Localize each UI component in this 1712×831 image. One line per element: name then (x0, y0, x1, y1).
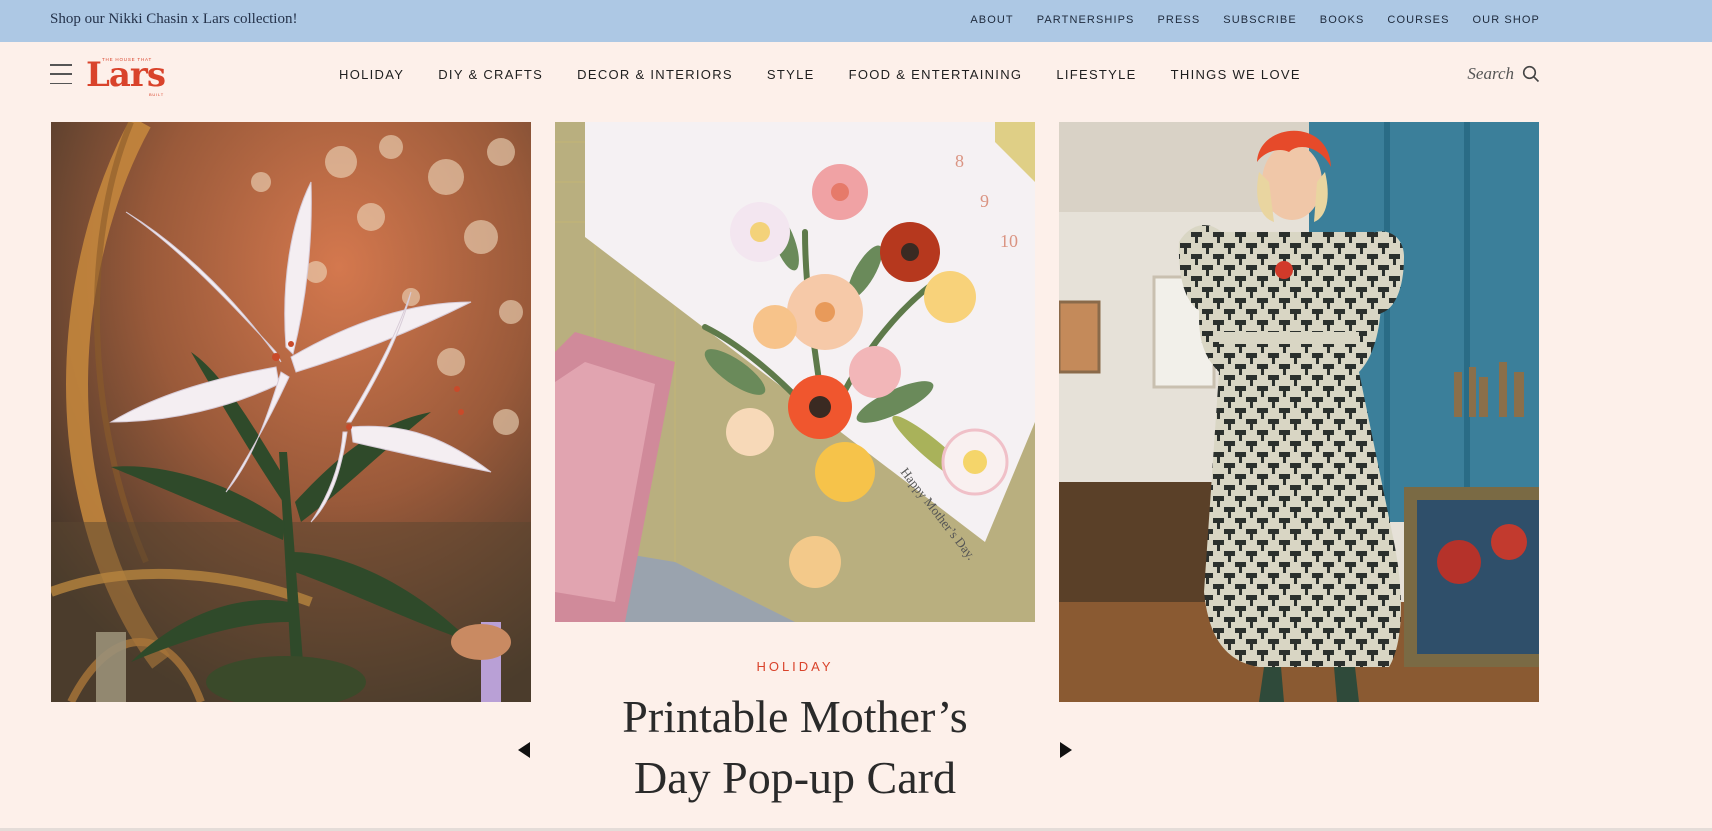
utility-link-our-shop[interactable]: OUR SHOP (1473, 14, 1540, 26)
nav-item-holiday[interactable]: HOLIDAY (339, 67, 404, 82)
svg-text:8: 8 (955, 151, 964, 171)
post-title-line-1: Printable Mother’s (622, 691, 968, 742)
dress-photo (1059, 122, 1539, 702)
nav-item-things-we-love[interactable]: THINGS WE LOVE (1171, 67, 1301, 82)
hamburger-menu-icon[interactable] (50, 64, 72, 84)
promo-link[interactable]: Shop our Nikki Chasin x Lars collection! (50, 11, 297, 28)
svg-text:9: 9 (980, 191, 989, 211)
logo-wordmark: Lars (86, 55, 166, 95)
carousel-next-button[interactable] (1058, 741, 1074, 759)
utility-nav: ABOUT PARTNERSHIPS PRESS SUBSCRIBE BOOKS… (970, 14, 1540, 26)
utility-link-books[interactable]: BOOKS (1320, 14, 1365, 26)
announcement-bar: Shop our Nikki Chasin x Lars collection!… (0, 0, 1712, 42)
utility-link-subscribe[interactable]: SUBSCRIBE (1223, 14, 1296, 26)
utility-link-press[interactable]: PRESS (1158, 14, 1201, 26)
menu-line (50, 82, 72, 84)
carousel-prev-button[interactable] (516, 741, 532, 759)
utility-link-about[interactable]: ABOUT (970, 14, 1013, 26)
post-category[interactable]: HOLIDAY (555, 659, 1035, 674)
post-title[interactable]: Printable Mother’s Day Pop-up Card (555, 686, 1035, 808)
logo-subline: BUILT (148, 92, 164, 97)
main-nav: HOLIDAY DIY & CRAFTS DECOR & INTERIORS S… (339, 67, 1301, 82)
menu-line (50, 64, 72, 66)
nav-item-style[interactable]: STYLE (767, 67, 815, 82)
carousel-slide-paper-lily[interactable] (51, 122, 531, 702)
site-logo[interactable]: THE HOUSE THAT Lars BUILT (84, 55, 170, 99)
arrow-right-icon (1060, 742, 1072, 758)
nav-item-lifestyle[interactable]: LIFESTYLE (1056, 67, 1136, 82)
search-button[interactable]: Search (1467, 64, 1540, 84)
nav-item-decor-interiors[interactable]: DECOR & INTERIORS (577, 67, 733, 82)
pop-up-card-photo: 89 10 Happy Mother’s Day. (555, 122, 1035, 622)
nav-item-diy-crafts[interactable]: DIY & CRAFTS (438, 67, 543, 82)
utility-link-partnerships[interactable]: PARTNERSHIPS (1037, 14, 1135, 26)
search-label: Search (1467, 64, 1514, 83)
svg-text:10: 10 (1000, 231, 1018, 251)
carousel-slide-mothers-day-card[interactable]: 8 9 10 Happy Mother’s Day. (555, 122, 1035, 622)
search-icon (1522, 65, 1540, 83)
page: Shop our Nikki Chasin x Lars collection!… (0, 0, 1712, 828)
post-title-line-2: Day Pop-up Card (634, 752, 956, 803)
utility-link-courses[interactable]: COURSES (1387, 14, 1449, 26)
carousel-slide-dress[interactable] (1059, 122, 1539, 702)
paper-lily-photo (51, 122, 531, 702)
nav-item-food-entertaining[interactable]: FOOD & ENTERTAINING (849, 67, 1023, 82)
menu-line (50, 73, 72, 75)
arrow-left-icon (518, 742, 530, 758)
